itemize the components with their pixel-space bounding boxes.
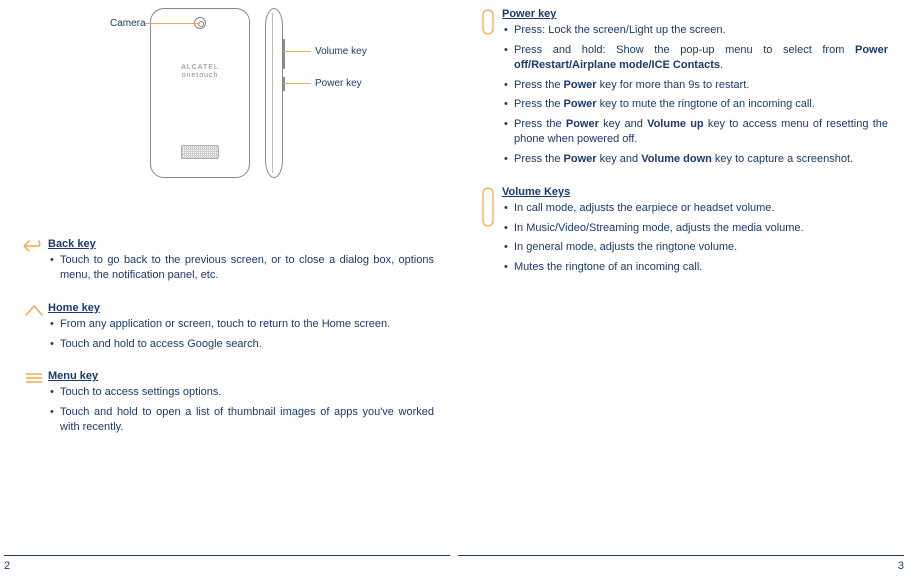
section-body: Home key From any application or screen,… [48, 302, 434, 357]
bullet-list: Press: Lock the screen/Light up the scre… [502, 23, 888, 167]
bold-text: Power [564, 153, 597, 165]
phone-diagram: ALCATEL onetouch Camera Volume key Power… [110, 8, 434, 188]
text: Press the [514, 153, 564, 165]
section-body: Volume Keys In call mode, adjusts the ea… [502, 186, 888, 280]
section-title: Back key [48, 238, 434, 250]
power-button-icon [282, 77, 285, 91]
bold-text: Power [564, 79, 597, 91]
text: key and [597, 153, 642, 165]
list-item: In general mode, adjusts the ringtone vo… [504, 240, 888, 255]
section-volume-keys: Volume Keys In call mode, adjusts the ea… [474, 186, 888, 280]
speaker-grill-icon [181, 145, 219, 159]
section-title: Power key [502, 8, 888, 20]
section-title: Volume Keys [502, 186, 888, 198]
brand-line1: ALCATEL [181, 64, 219, 71]
bold-text: Power [566, 118, 599, 130]
text: key and [599, 118, 647, 130]
list-item: From any application or screen, touch to… [50, 317, 434, 332]
section-title: Menu key [48, 370, 434, 382]
power-key-icon [474, 8, 502, 35]
bold-text: Volume down [641, 153, 712, 165]
leader-line [283, 51, 311, 52]
menu-key-icon [20, 370, 48, 385]
back-key-icon [20, 238, 48, 253]
list-item: Touch and hold to access Google search. [50, 337, 434, 352]
text: key for more than 9s to restart. [597, 79, 750, 91]
page-right: Power key Press: Lock the screen/Light u… [454, 0, 908, 578]
bullet-list: From any application or screen, touch to… [48, 317, 434, 352]
leader-line [145, 23, 200, 24]
bold-text: Power [564, 98, 597, 110]
section-body: Menu key Touch to access settings option… [48, 370, 434, 440]
list-item: Press the Power key and Volume down key … [504, 152, 888, 167]
text: key to mute the ringtone of an incoming … [597, 98, 815, 110]
page-number-left: 2 [4, 560, 10, 572]
brand-text: ALCATEL onetouch [151, 64, 249, 79]
section-power-key: Power key Press: Lock the screen/Light u… [474, 8, 888, 172]
bullet-list: Touch to go back to the previous screen,… [48, 253, 434, 283]
section-home-key: Home key From any application or screen,… [20, 302, 434, 357]
volume-keys-icon [474, 186, 502, 227]
list-item: In Music/Video/Streaming mode, adjusts t… [504, 221, 888, 236]
callout-power: Power key [315, 78, 362, 89]
text: key to capture a screenshot. [712, 153, 853, 165]
list-item: Touch to access settings options. [50, 385, 434, 400]
list-item: Mutes the ringtone of an incoming call. [504, 260, 888, 275]
footer-rule [458, 555, 904, 556]
list-item: Press the Power key for more than 9s to … [504, 78, 888, 93]
text: . [720, 59, 723, 71]
list-item: Press the Power key and Volume up key to… [504, 117, 888, 147]
footer-rule [4, 555, 450, 556]
list-item: Touch to go back to the previous screen,… [50, 253, 434, 283]
section-menu-key: Menu key Touch to access settings option… [20, 370, 434, 440]
section-title: Home key [48, 302, 434, 314]
text: Press and hold: Show the pop-up menu to … [514, 44, 855, 56]
page-number-right: 3 [898, 560, 904, 572]
list-item: Press the Power key to mute the ringtone… [504, 97, 888, 112]
brand-line2: onetouch [182, 72, 219, 79]
page-left: ALCATEL onetouch Camera Volume key Power… [0, 0, 454, 578]
list-item: Press: Lock the screen/Light up the scre… [504, 23, 888, 38]
callout-volume: Volume key [315, 46, 367, 57]
phone-back-outline: ALCATEL onetouch [150, 8, 250, 178]
bullet-list: Touch to access settings options. Touch … [48, 385, 434, 435]
callout-camera: Camera [110, 18, 146, 29]
text: Press the [514, 118, 566, 130]
list-item: In call mode, adjusts the earpiece or he… [504, 201, 888, 216]
list-item: Touch and hold to open a list of thumbna… [50, 405, 434, 435]
list-item: Press and hold: Show the pop-up menu to … [504, 43, 888, 73]
leader-line [283, 83, 311, 84]
volume-button-icon [282, 39, 285, 69]
home-key-icon [20, 302, 48, 317]
text: Press the [514, 79, 564, 91]
text: Press the [514, 98, 564, 110]
section-body: Back key Touch to go back to the previou… [48, 238, 434, 288]
section-body: Power key Press: Lock the screen/Light u… [502, 8, 888, 172]
section-back-key: Back key Touch to go back to the previou… [20, 238, 434, 288]
phone-side-outline [265, 8, 283, 178]
bold-text: Volume up [647, 118, 704, 130]
bullet-list: In call mode, adjusts the earpiece or he… [502, 201, 888, 275]
